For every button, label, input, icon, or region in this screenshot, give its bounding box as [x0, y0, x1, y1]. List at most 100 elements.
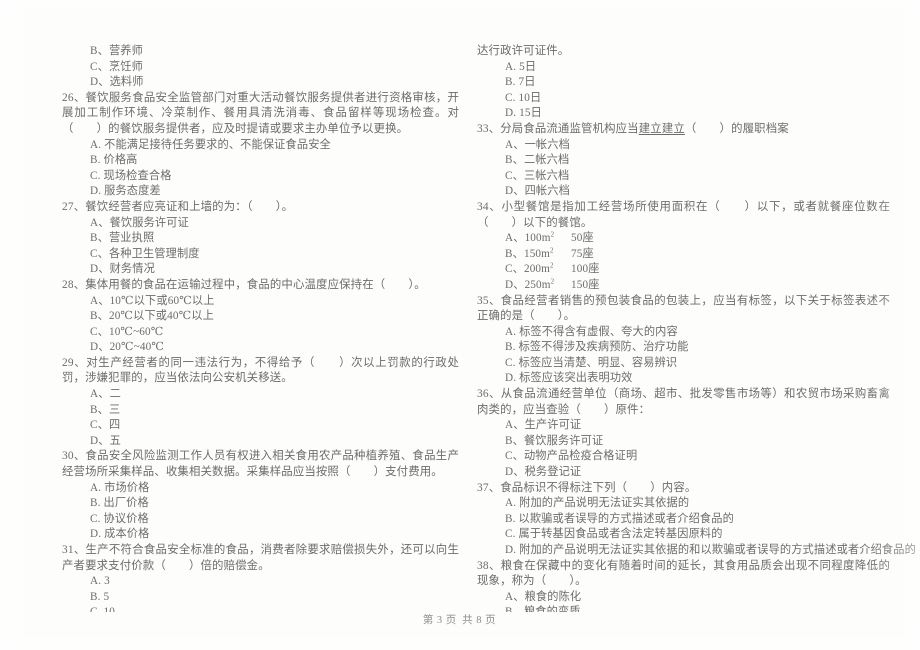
option-item: D. 标签应该突出表明功效 [505, 372, 633, 385]
option-item: B. 以欺骗或者误导的方式描述或者介绍食品的 [505, 512, 734, 525]
question-stem-suffix: （ ）的履职档案 [684, 122, 789, 135]
option-item: A. 市场价格 [90, 481, 150, 494]
option-item: C、10℃~60℃ [90, 325, 164, 338]
option-item: D、税务登记证 [505, 466, 582, 479]
question-30: 30、食品安全风险监测工作人员有权进入相关食用农产品种植养殖、食品生产经营场所采… [62, 449, 459, 543]
option-item: B、三 [90, 403, 121, 416]
option-item: A、二 [90, 388, 121, 401]
question-27: 27、餐饮经营者应亮证和上墙的为：（ ）。 A、餐饮服务许可证 B、营业执照 C… [62, 200, 459, 278]
superscript-two: 2 [550, 277, 555, 286]
footer-total-pages: 8 [476, 615, 484, 626]
question-stem: 34、小型餐馆是指加工经营场所使用面积在（ ）以下，或者就餐座位数在（ ）以下的… [477, 200, 890, 229]
question-stem-underlined: 建立建立 [638, 122, 685, 135]
option-item: B、二帐六档 [505, 154, 570, 167]
right-column: 达行政许可证件。 A. 5日 B. 7日 C. 10日 D. 15日 33、分局… [460, 0, 920, 612]
option-item: A. 不能满足接待任务要求的、不能保证食品安全 [90, 138, 331, 151]
question-32-continuation: 达行政许可证件。 [477, 45, 570, 57]
option-item: C. 10日 [505, 91, 542, 104]
question-stem: 33、分局食品流通监管机构应当建立建立（ ）的履职档案 [477, 122, 890, 138]
question-stem-prefix: 33、分局食品流通监管机构应当 [477, 122, 639, 135]
footer-suffix: 页 [485, 615, 498, 626]
option-item: B. 出厂价格 [90, 497, 149, 510]
option-label: A、100m2 [505, 230, 555, 245]
option-item: C、三帐六档 [505, 169, 570, 182]
footer-page-number: 3 [436, 615, 444, 626]
question-stem: 26、餐饮服务食品安全监管部门对重大活动餐饮服务提供者进行资格审核，开展加工制作… [62, 91, 459, 135]
option-item: A. 附加的产品说明无法证实其依据的 [505, 497, 690, 510]
two-column-body: B、营养师 C、烹饪师 D、选料师 26、餐饮服务食品安全监管部门对重大活动餐饮… [0, 0, 920, 612]
option-item: D、四帐六档 [505, 185, 570, 198]
option-item: A、餐饮服务许可证 [90, 216, 189, 229]
option-seats: 75座 [571, 247, 594, 260]
option-label: D、250m2 [505, 277, 555, 291]
superscript-two: 2 [550, 230, 555, 239]
option-item: A、一帐六档 [505, 138, 570, 151]
question-stem: 28、集体用餐的食品在运输过程中，食品的中心温度应保持在（ ）。 [62, 278, 426, 291]
superscript-two: 2 [550, 245, 554, 254]
option-item: B、20℃以下或40℃以上 [90, 310, 214, 323]
question-stem: 38、粮食在保藏中的变化有随着时间的延长，其食用品质会出现不同程度降低的现象，称… [477, 559, 890, 588]
superscript-two: 2 [550, 261, 554, 270]
question-26: 26、餐饮服务食品安全监管部门对重大活动餐饮服务提供者进行资格审核，开展加工制作… [62, 91, 459, 200]
option-item: C. 现场检查合格 [90, 169, 172, 182]
option-item: A. 标签不得含有虚假、夸大的内容 [505, 325, 678, 338]
question-stem: 37、食品标识不得标注下列（ ）内容。 [477, 481, 697, 494]
option-item: C. 标签应当清楚、明显、容易辨识 [505, 356, 678, 369]
option-item: D. 服务态度差 [90, 185, 161, 198]
option-item: C、动物产品检疫合格证明 [505, 450, 638, 463]
option-item: B、营养师 [90, 45, 143, 57]
option-seats: 100座 [571, 263, 600, 276]
question-34: 34、小型餐馆是指加工经营场所使用面积在（ ）以下，或者就餐座位数在（ ）以下的… [477, 200, 890, 294]
option-seats: 50座 [571, 232, 594, 245]
option-item: B. 5 [90, 590, 110, 603]
option-item: D、250m2 150座 [477, 278, 890, 294]
footer-prefix: 第 [422, 615, 435, 626]
option-item: D、选料师 [90, 76, 144, 89]
option-item: C、200m2 100座 [477, 262, 890, 278]
option-item: D、五 [90, 434, 121, 447]
option-item: B、150m2 75座 [477, 247, 890, 263]
option-item: C. 协议价格 [90, 512, 149, 525]
option-item: C、烹饪师 [90, 60, 143, 73]
option-item: D. 15日 [505, 107, 542, 120]
option-item: B. 7日 [505, 76, 536, 89]
option-item: B、餐饮服务许可证 [505, 434, 604, 447]
option-label: B、150m2 [505, 245, 554, 260]
option-item: C、四 [90, 419, 121, 432]
question-stem: 31、生产不符合食品安全标准的食品，消费者除要求赔偿损失外，还可以向生产者要求支… [62, 544, 459, 572]
question-31: 31、生产不符合食品安全标准的食品，消费者除要求赔偿损失外，还可以向生产者要求支… [62, 543, 459, 612]
question-29: 29、对生产经营者的同一违法行为，不得给予（ ）次以上罚款的行政处罚，涉嫌犯罪的… [62, 356, 459, 450]
exam-page: B、营养师 C、烹饪师 D、选料师 26、餐饮服务食品安全监管部门对重大活动餐饮… [0, 0, 920, 650]
question-stem: 36、从食品流通经营单位（商场、超市、批发零售市场等）和农贸市场采购畜禽肉类的，… [477, 388, 890, 416]
question-33: 33、分局食品流通监管机构应当建立建立（ ）的履职档案 A、一帐六档 B、二帐六… [477, 122, 890, 200]
question-36: 36、从食品流通经营单位（商场、超市、批发零售市场等）和农贸市场采购畜禽肉类的，… [477, 387, 890, 481]
option-item: C. 属于转基因食品或者含法定转基因原料的 [505, 528, 723, 541]
option-item: B、营业执照 [90, 232, 155, 245]
question-stem: 30、食品安全风险监测工作人员有权进入相关食用农产品种植养殖、食品生产经营场所采… [62, 450, 459, 479]
option-item: A、100m2 50座 [477, 231, 890, 247]
option-label: C、200m2 [505, 261, 554, 276]
question-35: 35、食品经营者销售的预包装食品的包装上，应当有标签，以下关于标签表述不正确的是… [477, 294, 890, 388]
option-item: D. 附加的产品说明无法证实其依据的和以欺骗或者误导的方式描述或者介绍食品的 [505, 544, 916, 556]
question-stem: 27、餐饮经营者应亮证和上墙的为：（ ）。 [62, 200, 294, 213]
option-item: B、粮食的变质 [477, 605, 890, 612]
option-item: B. 价格高 [90, 154, 138, 167]
question-38: 38、粮食在保藏中的变化有随着时间的延长，其食用品质会出现不同程度降低的现象，称… [477, 559, 890, 612]
question-28: 28、集体用餐的食品在运输过程中，食品的中心温度应保持在（ ）。 A、10℃以下… [62, 278, 459, 356]
question-stem: 35、食品经营者销售的预包装食品的包装上，应当有标签，以下关于标签表述不正确的是… [477, 294, 890, 323]
option-item: A、生产许可证 [505, 419, 582, 432]
option-item: C、各种卫生管理制度 [90, 247, 200, 260]
option-item: D、20℃~40℃ [90, 341, 165, 354]
option-item: A. 5日 [505, 60, 537, 73]
option-item: B. 标签不得涉及疾病预防、治疗功能 [505, 341, 689, 354]
footer-middle: 页 共 [445, 615, 475, 626]
left-column: B、营养师 C、烹饪师 D、选料师 26、餐饮服务食品安全监管部门对重大活动餐饮… [0, 0, 460, 612]
option-seats: 150座 [571, 278, 600, 291]
option-item: A、粮食的陈化 [505, 590, 582, 603]
option-item: C. 10 [62, 605, 459, 612]
option-item: A、10℃以下或60℃以上 [90, 294, 215, 307]
question-stem: 29、对生产经营者的同一违法行为，不得给予（ ）次以上罚款的行政处罚，涉嫌犯罪的… [62, 356, 459, 385]
option-item: D、财务情况 [90, 263, 155, 276]
page-footer: 第3页 共8页 [0, 612, 920, 627]
option-item: A. 3 [90, 575, 110, 588]
